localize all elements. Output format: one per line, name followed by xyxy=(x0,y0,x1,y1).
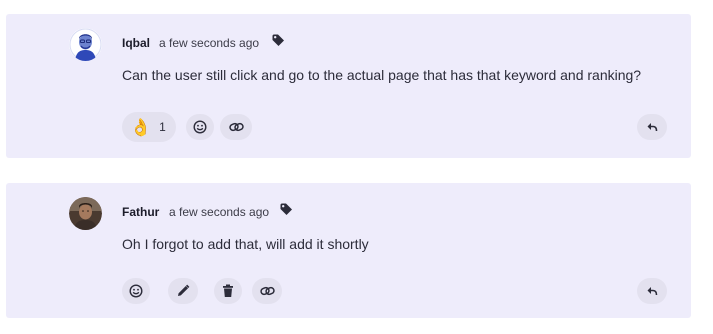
add-reaction-button[interactable] xyxy=(186,114,214,140)
delete-button[interactable] xyxy=(214,278,242,304)
comment-author: Iqbal xyxy=(122,36,151,50)
pencil-icon xyxy=(176,284,190,298)
copy-link-button[interactable] xyxy=(220,114,252,140)
reply-button[interactable] xyxy=(637,114,667,140)
tag-icon[interactable] xyxy=(271,33,285,47)
add-reaction-button[interactable] xyxy=(122,278,150,304)
comment-text: Oh I forgot to add that, will add it sho… xyxy=(122,236,369,252)
reply-arrow-icon xyxy=(646,121,658,133)
ok-hand-emoji: 👌 xyxy=(130,117,152,137)
reaction-count: 1 xyxy=(159,120,166,134)
trash-icon xyxy=(222,284,234,298)
avatar[interactable] xyxy=(69,28,102,61)
comment-timestamp: a few seconds ago xyxy=(159,36,260,50)
reaction-chip[interactable]: 👌 1 xyxy=(122,112,176,142)
comment-text: Can the user still click and go to the a… xyxy=(122,67,642,83)
comment-author: Fathur xyxy=(122,205,160,219)
tag-icon[interactable] xyxy=(279,202,293,216)
edit-button[interactable] xyxy=(168,278,198,304)
link-icon xyxy=(259,285,275,297)
smiley-icon xyxy=(193,120,207,134)
comment-timestamp: a few seconds ago xyxy=(169,205,270,219)
comment-card: Fathur a few seconds ago Oh I forgot to … xyxy=(6,183,691,318)
avatar[interactable] xyxy=(69,197,102,230)
reply-arrow-icon xyxy=(646,285,658,297)
link-icon xyxy=(228,121,244,133)
reply-button[interactable] xyxy=(637,278,667,304)
copy-link-button[interactable] xyxy=(252,278,282,304)
comment-card: Iqbal a few seconds ago Can the user sti… xyxy=(6,14,691,158)
smiley-icon xyxy=(129,284,143,298)
